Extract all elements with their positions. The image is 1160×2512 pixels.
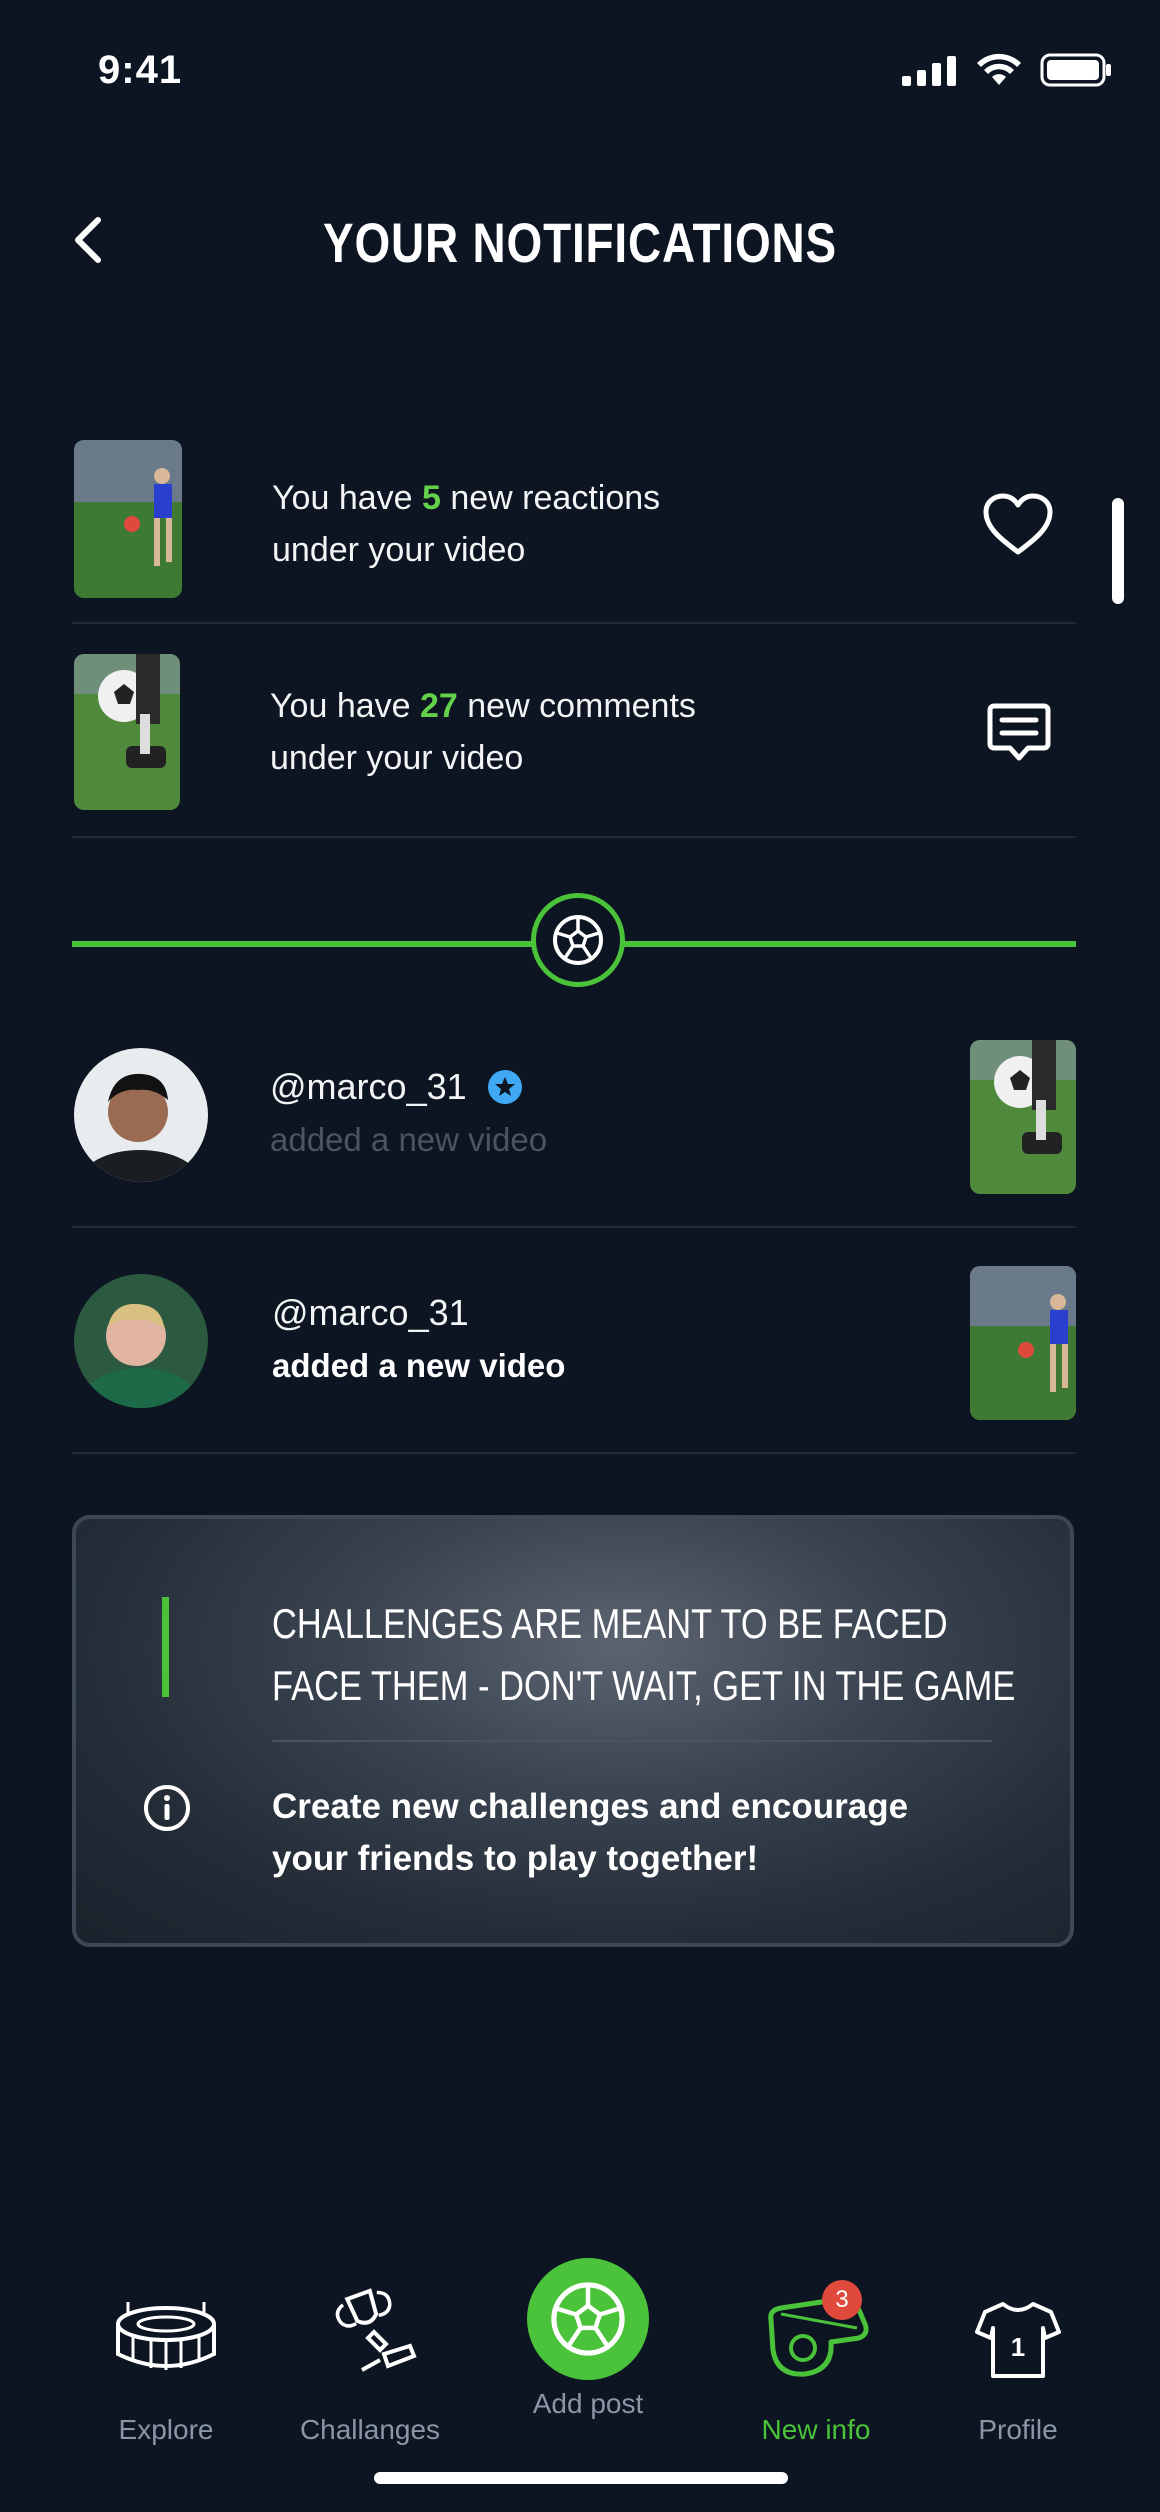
notification-text[interactable]: You have 5 new reactions under your vide…: [272, 472, 660, 576]
challenge-card[interactable]: CHALLENGES ARE MEANT TO BE FACED FACE TH…: [72, 1515, 1074, 1947]
chevron-left-icon: [75, 217, 101, 263]
status-icons: [902, 52, 1112, 88]
activity-description: added a new video: [272, 1347, 566, 1384]
comment-count: 27: [420, 687, 458, 725]
divider: [72, 1452, 1076, 1454]
divider: [72, 1226, 1076, 1228]
trophy-icon: [335, 2288, 417, 2372]
notification-badge: 3: [822, 2280, 862, 2320]
video-thumbnail[interactable]: [970, 1040, 1076, 1194]
card-accent-bar: [162, 1597, 169, 1697]
svg-text:1: 1: [1011, 2332, 1025, 2362]
nav-challenges[interactable]: Challanges: [280, 2280, 460, 2446]
nav-label: Add post: [532, 2388, 644, 2419]
video-thumbnail[interactable]: [74, 654, 180, 810]
nav-label: Challanges: [299, 2414, 441, 2445]
reaction-count: 5: [422, 479, 441, 517]
nav-profile[interactable]: 1 Profile: [928, 2280, 1108, 2446]
card-info-text: Create new challenges and encourage your…: [272, 1787, 909, 1878]
notification-text[interactable]: You have 27 new comments under your vide…: [270, 680, 696, 784]
status-time: 9:41: [98, 48, 183, 92]
signal-icon: [902, 56, 956, 86]
nav-label: Explore: [118, 2414, 214, 2445]
username[interactable]: @marco_31: [270, 1060, 467, 1114]
divider: [72, 836, 1076, 838]
page-title: YOUR NOTIFICATIONS: [323, 211, 837, 274]
add-post-button[interactable]: [527, 2258, 649, 2380]
avatar[interactable]: [74, 1048, 208, 1182]
verified-badge-icon: [487, 1070, 522, 1104]
nav-add-post[interactable]: Add post: [498, 2258, 678, 2420]
jersey-icon: 1: [975, 2302, 1061, 2378]
card-headline: CHALLENGES ARE MEANT TO BE FACED FACE TH…: [272, 1600, 1016, 1709]
stadium-icon: [116, 2302, 216, 2370]
battery-icon: [1040, 53, 1111, 87]
username[interactable]: @marco_31: [272, 1286, 565, 1340]
wifi-icon: [977, 53, 1021, 85]
separator-ball: [531, 893, 625, 987]
home-indicator[interactable]: [374, 2472, 788, 2484]
divider: [72, 622, 1076, 624]
comment-icon[interactable]: [986, 700, 1052, 771]
info-icon: [142, 1783, 192, 1838]
card-divider: [272, 1740, 992, 1742]
activity-description: added a new video: [270, 1121, 548, 1158]
nav-label: Profile: [978, 2414, 1058, 2445]
heart-icon[interactable]: [982, 492, 1054, 563]
nav-new-info[interactable]: 3 New info: [726, 2280, 906, 2446]
activity-text[interactable]: @marco_31 added a new video: [270, 1060, 547, 1166]
avatar[interactable]: [74, 1274, 208, 1408]
video-thumbnail[interactable]: [970, 1266, 1076, 1420]
scrollbar[interactable]: [1112, 498, 1124, 604]
ball-icon: [551, 2282, 625, 2356]
activity-text[interactable]: @marco_31 added a new video: [272, 1286, 565, 1392]
ball-icon: [553, 915, 603, 965]
video-thumbnail[interactable]: [74, 440, 182, 598]
nav-explore[interactable]: Explore: [76, 2280, 256, 2446]
nav-label: New info: [761, 2414, 871, 2445]
